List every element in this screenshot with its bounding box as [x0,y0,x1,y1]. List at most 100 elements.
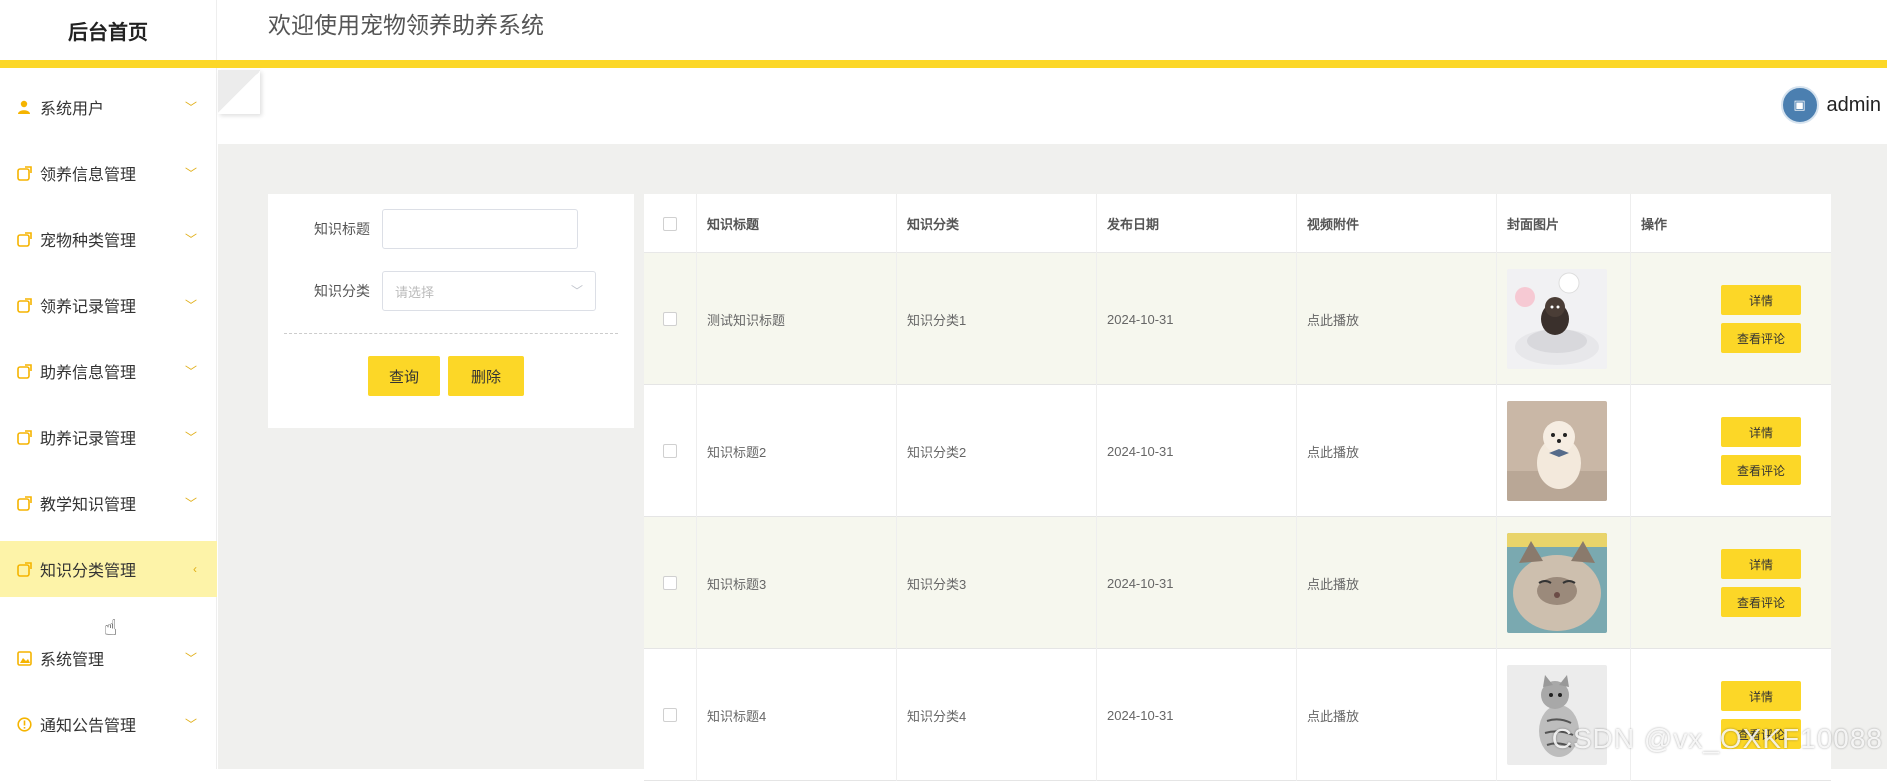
cell-video-link[interactable]: 点此播放 [1297,649,1497,781]
chevron-down-icon: ﹀ [571,282,583,299]
row-select-cell [644,253,697,385]
cell-cover [1497,517,1631,649]
sub-header [218,68,1887,144]
cell-video-link[interactable]: 点此播放 [1297,385,1497,517]
cell-category: 知识分类1 [897,253,1097,385]
chevron-down-icon: ﹀ [185,716,197,733]
cell-cover [1497,649,1631,781]
detail-button[interactable]: 详情 [1721,285,1801,315]
table-row: 测试知识标题 知识分类1 2024-10-31 点此播放 详情 查看评论 [644,253,1831,385]
category-select[interactable]: 请选择 ﹀ [382,271,596,311]
header-divider [0,60,1887,68]
top-header: 后台首页 欢迎使用宠物领养助养系统 [0,0,1887,60]
sidebar-item-teaching-knowledge[interactable]: 教学知识管理 ﹀ [0,475,217,531]
title-label: 知识标题 [268,219,382,239]
row-select-cell [644,385,697,517]
select-all-checkbox[interactable] [663,217,677,231]
row-actions: 详情 查看评论 [1691,253,1831,385]
cell-video-link[interactable]: 点此播放 [1297,253,1497,385]
table-row: 知识标题2 知识分类2 2024-10-31 点此播放 详情 查看评论 [644,385,1831,517]
share-icon [16,297,32,313]
share-icon [16,231,32,247]
column-header-cover[interactable]: 封面图片 [1497,194,1631,253]
sidebar-item-pet-species[interactable]: 宠物种类管理 ﹀ [0,211,217,267]
row-checkbox[interactable] [663,444,677,458]
row-actions: 详情 查看评论 [1691,649,1831,781]
row-checkbox[interactable] [663,576,677,590]
title-search-input[interactable] [382,209,578,249]
username: admin [1827,94,1881,117]
table-row: 知识标题3 知识分类3 2024-10-31 点此播放 详情 查看评论 [644,517,1831,649]
sidebar-item-adoption-records[interactable]: 领养记录管理 ﹀ [0,277,217,333]
cell-video-link[interactable]: 点此播放 [1297,517,1497,649]
page-title: 欢迎使用宠物领养助养系统 [268,6,544,40]
sidebar-item-label: 教学知识管理 [40,491,136,515]
knowledge-table: 知识标题 知识分类 发布日期 视频附件 封面图片 操作 测试知识标题 知识分类1… [644,194,1831,769]
share-icon [16,363,32,379]
category-select-placeholder: 请选择 [395,282,434,301]
cell-cover [1497,253,1631,385]
sidebar-item-system-users[interactable]: 系统用户 ﹀ [0,79,217,135]
user-icon [16,99,32,115]
share-icon [16,429,32,445]
cat-face-photo[interactable] [1507,533,1607,633]
cell-cover [1497,385,1631,517]
cell-category: 知识分类2 [897,385,1097,517]
column-header-video[interactable]: 视频附件 [1297,194,1497,253]
sidebar-item-sponsor-records[interactable]: 助养记录管理 ﹀ [0,409,217,465]
row-checkbox[interactable] [663,708,677,722]
cell-title: 知识标题2 [697,385,897,517]
cell-category: 知识分类3 [897,517,1097,649]
row-actions: 详情 查看评论 [1691,517,1831,649]
user-menu[interactable]: ▣ admin [1781,86,1881,124]
view-comments-button[interactable]: 查看评论 [1721,323,1801,353]
share-icon [16,165,32,181]
search-panel: 知识标题 知识分类 请选择 ﹀ 查询 删除 [268,194,634,428]
dog-on-bed-photo[interactable] [1507,269,1607,369]
detail-button[interactable]: 详情 [1721,549,1801,579]
home-link[interactable]: 后台首页 [0,0,217,60]
title-field-row: 知识标题 [268,209,634,249]
cell-date: 2024-10-31 [1097,385,1297,517]
column-header-date[interactable]: 发布日期 [1097,194,1297,253]
table-row: 知识标题4 知识分类4 2024-10-31 点此播放 详情 查看评论 [644,649,1831,781]
image-icon [16,650,32,666]
sidebar-item-notice-management[interactable]: 通知公告管理 ﹀ [0,696,217,752]
chevron-down-icon: ﹀ [185,99,197,116]
sidebar-item-label: 系统管理 [40,646,104,670]
sidebar-item-knowledge-category[interactable]: 知识分类管理 ‹ [0,541,217,597]
chevron-left-icon: ‹ [193,562,197,576]
sidebar-item-label: 领养记录管理 [40,293,136,317]
query-button[interactable]: 查询 [368,356,440,396]
hand-cursor-icon: ☝ [104,615,117,641]
view-comments-button[interactable]: 查看评论 [1721,587,1801,617]
chevron-down-icon: ﹀ [185,429,197,446]
pomeranian-photo[interactable] [1507,401,1607,501]
detail-button[interactable]: 详情 [1721,681,1801,711]
info-circle-icon [16,716,32,732]
cell-date: 2024-10-31 [1097,649,1297,781]
column-header-actions: 操作 [1631,194,1831,253]
chevron-down-icon: ﹀ [185,363,197,380]
column-header-title[interactable]: 知识标题 [697,194,897,253]
cell-date: 2024-10-31 [1097,517,1297,649]
row-select-cell [644,517,697,649]
view-comments-button[interactable]: 查看评论 [1721,455,1801,485]
sidebar-item-sponsor-info[interactable]: 助养信息管理 ﹀ [0,343,217,399]
cell-date: 2024-10-31 [1097,253,1297,385]
chevron-down-icon: ﹀ [185,231,197,248]
category-field-row: 知识分类 请选择 ﹀ [268,271,634,311]
sidebar-item-adoption-info[interactable]: 领养信息管理 ﹀ [0,145,217,201]
sidebar-item-label: 助养记录管理 [40,425,136,449]
table-header: 知识标题 知识分类 发布日期 视频附件 封面图片 操作 [644,194,1831,253]
category-label: 知识分类 [268,281,382,301]
detail-button[interactable]: 详情 [1721,417,1801,447]
row-checkbox[interactable] [663,312,677,326]
avatar: ▣ [1781,86,1819,124]
collapse-toggle[interactable] [218,70,260,114]
sidebar-item-label: 知识分类管理 [40,557,136,581]
row-select-cell [644,649,697,781]
column-header-category[interactable]: 知识分类 [897,194,1097,253]
delete-button[interactable]: 删除 [448,356,524,396]
row-actions: 详情 查看评论 [1691,385,1831,517]
